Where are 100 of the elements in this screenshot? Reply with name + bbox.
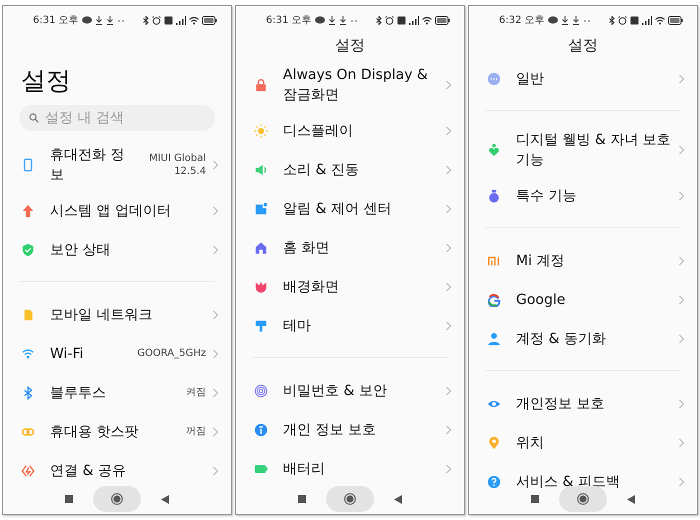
search-icon — [29, 113, 39, 123]
settings-item[interactable]: 시스템 앱 업데이터 — [3, 191, 231, 230]
back-button[interactable] — [627, 494, 635, 504]
battery-icon — [435, 16, 450, 24]
triangle-icon — [627, 494, 635, 504]
download-icon — [338, 16, 347, 24]
settings-item[interactable]: 일반 — [469, 59, 697, 98]
item-value: 켜짐 — [186, 386, 206, 399]
settings-item[interactable]: 배경화면 — [236, 267, 464, 306]
page-title: 설정 — [20, 65, 72, 97]
settings-item[interactable]: 연결 & 공유 — [3, 451, 231, 490]
search-field[interactable]: 설정 내 검색 — [19, 105, 215, 131]
settings-item[interactable]: 위치 — [469, 423, 697, 462]
settings-item[interactable]: Google — [469, 280, 697, 319]
chat-icon — [82, 16, 92, 24]
settings-item[interactable]: 비밀번호 & 보안 — [236, 371, 464, 410]
chat-icon — [314, 16, 325, 24]
settings-item[interactable]: 개인 정보 보호 — [236, 410, 464, 449]
chat-icon — [548, 16, 558, 24]
chevron-right-icon — [678, 145, 685, 155]
circle-icon — [344, 493, 356, 505]
download-icon — [94, 16, 103, 24]
settings-item[interactable]: 서비스 & 피드백 — [469, 462, 697, 501]
settings-item[interactable]: 특수 기능 — [469, 176, 697, 215]
item-value: GOORA_5GHz — [137, 347, 206, 360]
chevron-right-icon — [678, 398, 685, 408]
chevron-right-icon — [212, 206, 219, 216]
download-icon — [328, 16, 336, 24]
chevron-right-icon — [445, 204, 452, 214]
circle-icon — [111, 493, 123, 505]
chevron-right-icon — [678, 334, 685, 344]
chevron-right-icon — [445, 282, 452, 292]
chevron-right-icon — [212, 388, 219, 398]
settings-item[interactable]: 계정 & 동기화 — [469, 319, 697, 358]
battery-icon — [668, 16, 683, 24]
chevron-right-icon — [445, 320, 452, 330]
home-button[interactable] — [93, 486, 141, 512]
alarm-icon — [385, 16, 394, 24]
square-icon — [298, 495, 306, 503]
status-time: 6:31 오후 — [266, 14, 312, 27]
square-icon — [65, 495, 73, 503]
chevron-right-icon — [678, 190, 685, 200]
download-icon — [560, 16, 569, 24]
settings-item[interactable]: Always On Display & 잠금화면 — [236, 59, 464, 111]
square-icon — [531, 495, 539, 503]
settings-item[interactable]: 블루투스 켜짐 — [3, 373, 231, 412]
home-button[interactable] — [326, 486, 374, 512]
sim-icon — [397, 16, 406, 24]
chevron-right-icon — [678, 294, 685, 304]
settings-item[interactable]: 알림 & 제어 센터 — [236, 189, 464, 228]
battery-icon — [202, 16, 217, 24]
chevron-right-icon — [212, 426, 219, 436]
back-button[interactable] — [394, 494, 402, 504]
sim-icon — [630, 16, 639, 24]
chevron-right-icon — [212, 160, 219, 170]
back-button[interactable] — [161, 494, 169, 504]
settings-item[interactable]: 배터리 — [236, 449, 464, 488]
bluetooth-icon — [609, 16, 615, 24]
chevron-right-icon — [445, 164, 452, 174]
chevron-right-icon — [445, 242, 452, 252]
chevron-right-icon — [445, 126, 452, 136]
circle-icon — [577, 493, 589, 505]
sim-icon — [164, 16, 173, 24]
settings-item[interactable]: 테마 — [236, 306, 464, 345]
chevron-right-icon — [445, 386, 452, 396]
signal-icon — [642, 16, 652, 24]
item-value: 꺼짐 — [186, 425, 206, 438]
bluetooth-icon — [376, 16, 382, 24]
settings-item[interactable]: 휴대전화 정보 MIUI Global 12.5.4 — [3, 139, 231, 191]
download-icon — [106, 16, 114, 24]
chevron-right-icon — [445, 80, 452, 90]
chevron-right-icon — [445, 424, 452, 434]
wifi-icon — [655, 16, 665, 24]
settings-item[interactable]: 모바일 네트워크 — [3, 295, 231, 334]
item-value: MIUI Global 12.5.4 — [148, 152, 206, 178]
alarm-icon — [618, 16, 627, 24]
settings-item[interactable]: Wi-Fi GOORA_5GHz — [3, 334, 231, 373]
download-icon — [572, 16, 580, 24]
triangle-icon — [394, 494, 402, 504]
chevron-right-icon — [678, 256, 685, 266]
chevron-right-icon — [212, 244, 219, 254]
wifi-icon — [189, 16, 199, 24]
wifi-icon — [422, 16, 432, 24]
settings-item[interactable]: 소리 & 진동 — [236, 150, 464, 189]
chevron-right-icon — [212, 310, 219, 320]
triangle-icon — [161, 494, 169, 504]
bluetooth-icon — [143, 16, 149, 24]
signal-icon — [409, 16, 419, 24]
settings-item[interactable]: 디스플레이 — [236, 111, 464, 150]
settings-item[interactable]: 휴대용 핫스팟 꺼짐 — [3, 412, 231, 451]
status-time: 6:31 오후 — [33, 14, 79, 27]
status-time: 6:32 오후 — [499, 14, 545, 27]
signal-icon — [176, 16, 186, 24]
settings-item[interactable]: 보안 상태 — [3, 230, 231, 269]
page-title: 설정 — [567, 35, 599, 56]
settings-item[interactable]: 홈 화면 — [236, 228, 464, 267]
settings-item[interactable]: 개인정보 보호 — [469, 384, 697, 423]
alarm-icon — [152, 16, 161, 24]
settings-item[interactable]: 디지털 웰빙 & 자녀 보호 기능 — [469, 124, 697, 176]
settings-item[interactable]: Mi 계정 — [469, 241, 697, 280]
